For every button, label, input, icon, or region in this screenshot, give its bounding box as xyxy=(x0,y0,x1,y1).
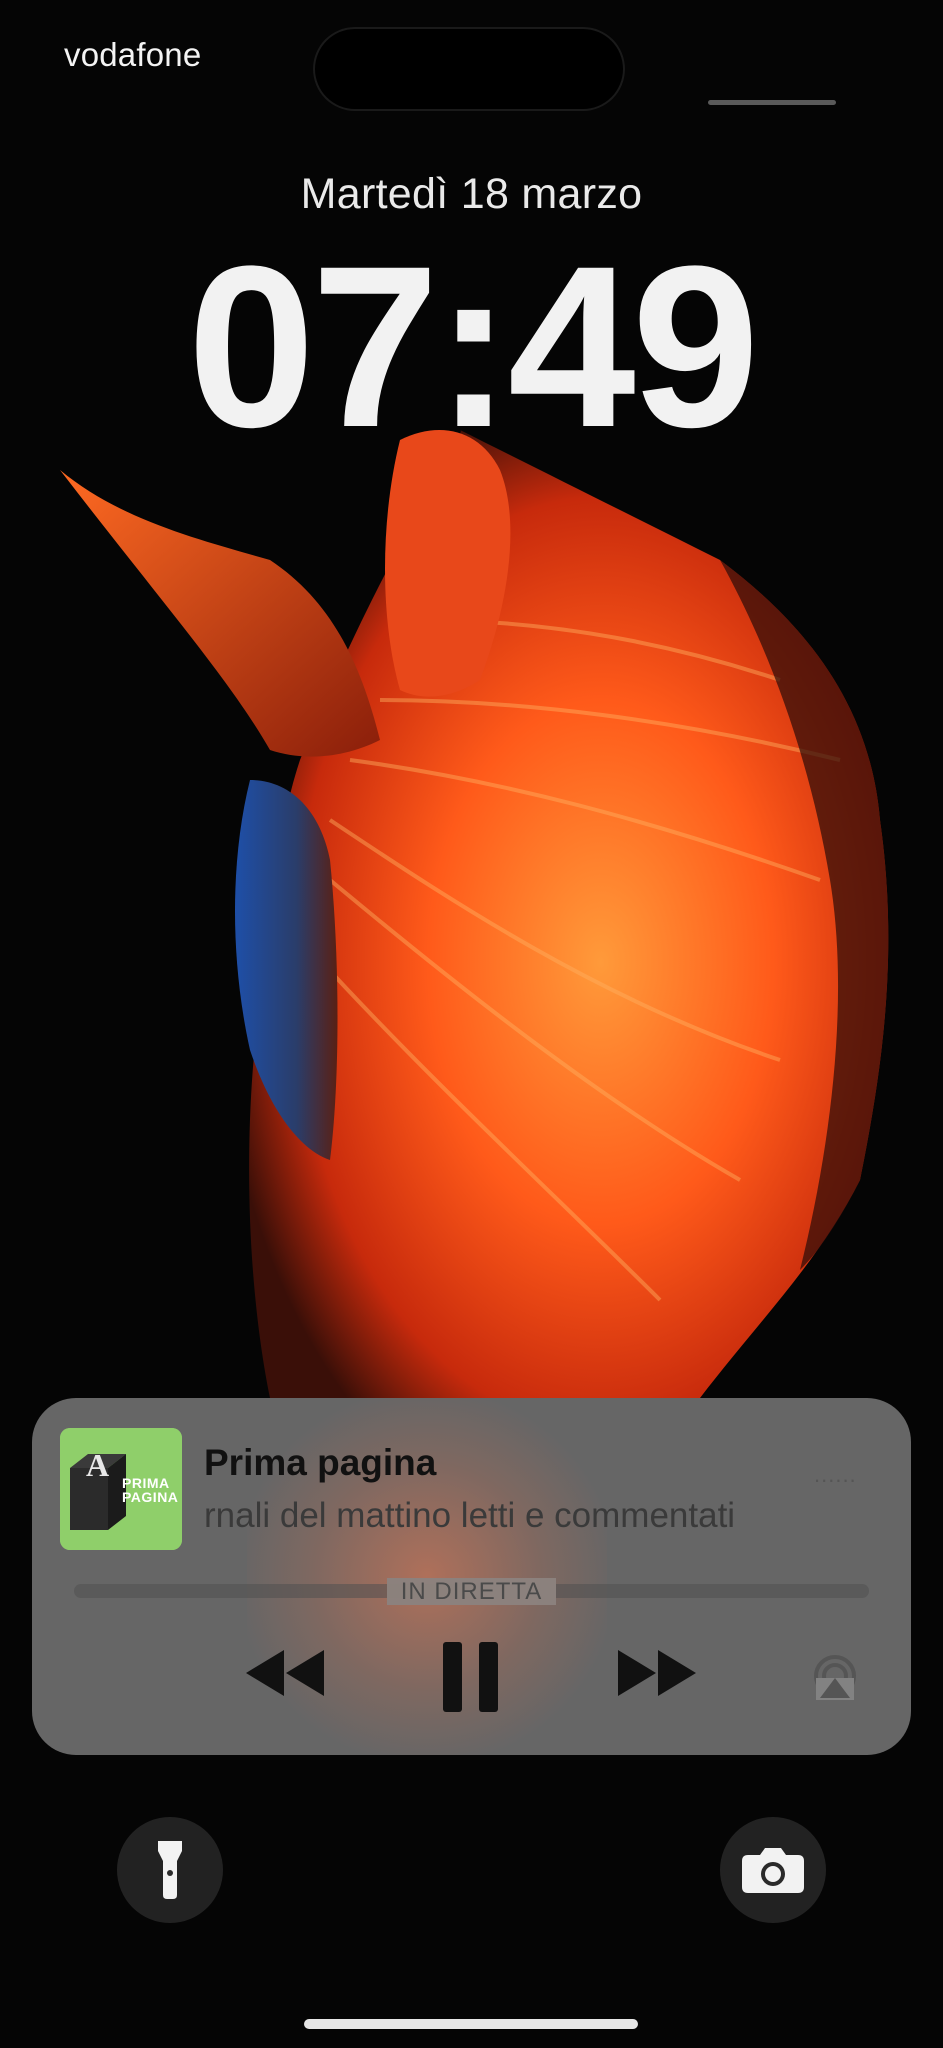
more-options-icon[interactable]: ...... xyxy=(814,1462,857,1488)
lock-clock: 07:49 xyxy=(187,218,759,475)
carrier-label: vodafone xyxy=(64,36,202,73)
podcast-artwork[interactable]: A PRIMA PAGINA xyxy=(60,1428,182,1550)
svg-text:A: A xyxy=(86,1447,109,1483)
home-indicator[interactable] xyxy=(304,2019,638,2029)
live-label: IN DIRETTA xyxy=(386,1578,557,1605)
forward-icon[interactable] xyxy=(616,1650,696,1696)
dynamic-island xyxy=(313,27,625,111)
flashlight-button[interactable] xyxy=(117,1817,223,1923)
flashlight-icon xyxy=(158,1841,182,1899)
pause-icon[interactable] xyxy=(443,1642,499,1712)
artwork-label: PRIMA PAGINA xyxy=(122,1475,179,1505)
track-subtitle: rnali del mattino letti e commentati xyxy=(204,1496,736,1535)
camera-icon xyxy=(742,1848,804,1893)
status-indicator-line xyxy=(708,100,836,105)
lock-date: Martedì 18 marzo xyxy=(300,170,643,218)
backward-icon[interactable] xyxy=(246,1650,326,1696)
now-playing-widget[interactable]: A PRIMA PAGINA Prima pagina rnali del mat… xyxy=(32,1398,911,1755)
airplay-icon[interactable] xyxy=(810,1654,860,1700)
track-title: Prima pagina xyxy=(204,1442,437,1483)
live-label-wrapper: IN DIRETTA xyxy=(32,1578,911,1606)
camera-button[interactable] xyxy=(720,1817,826,1923)
